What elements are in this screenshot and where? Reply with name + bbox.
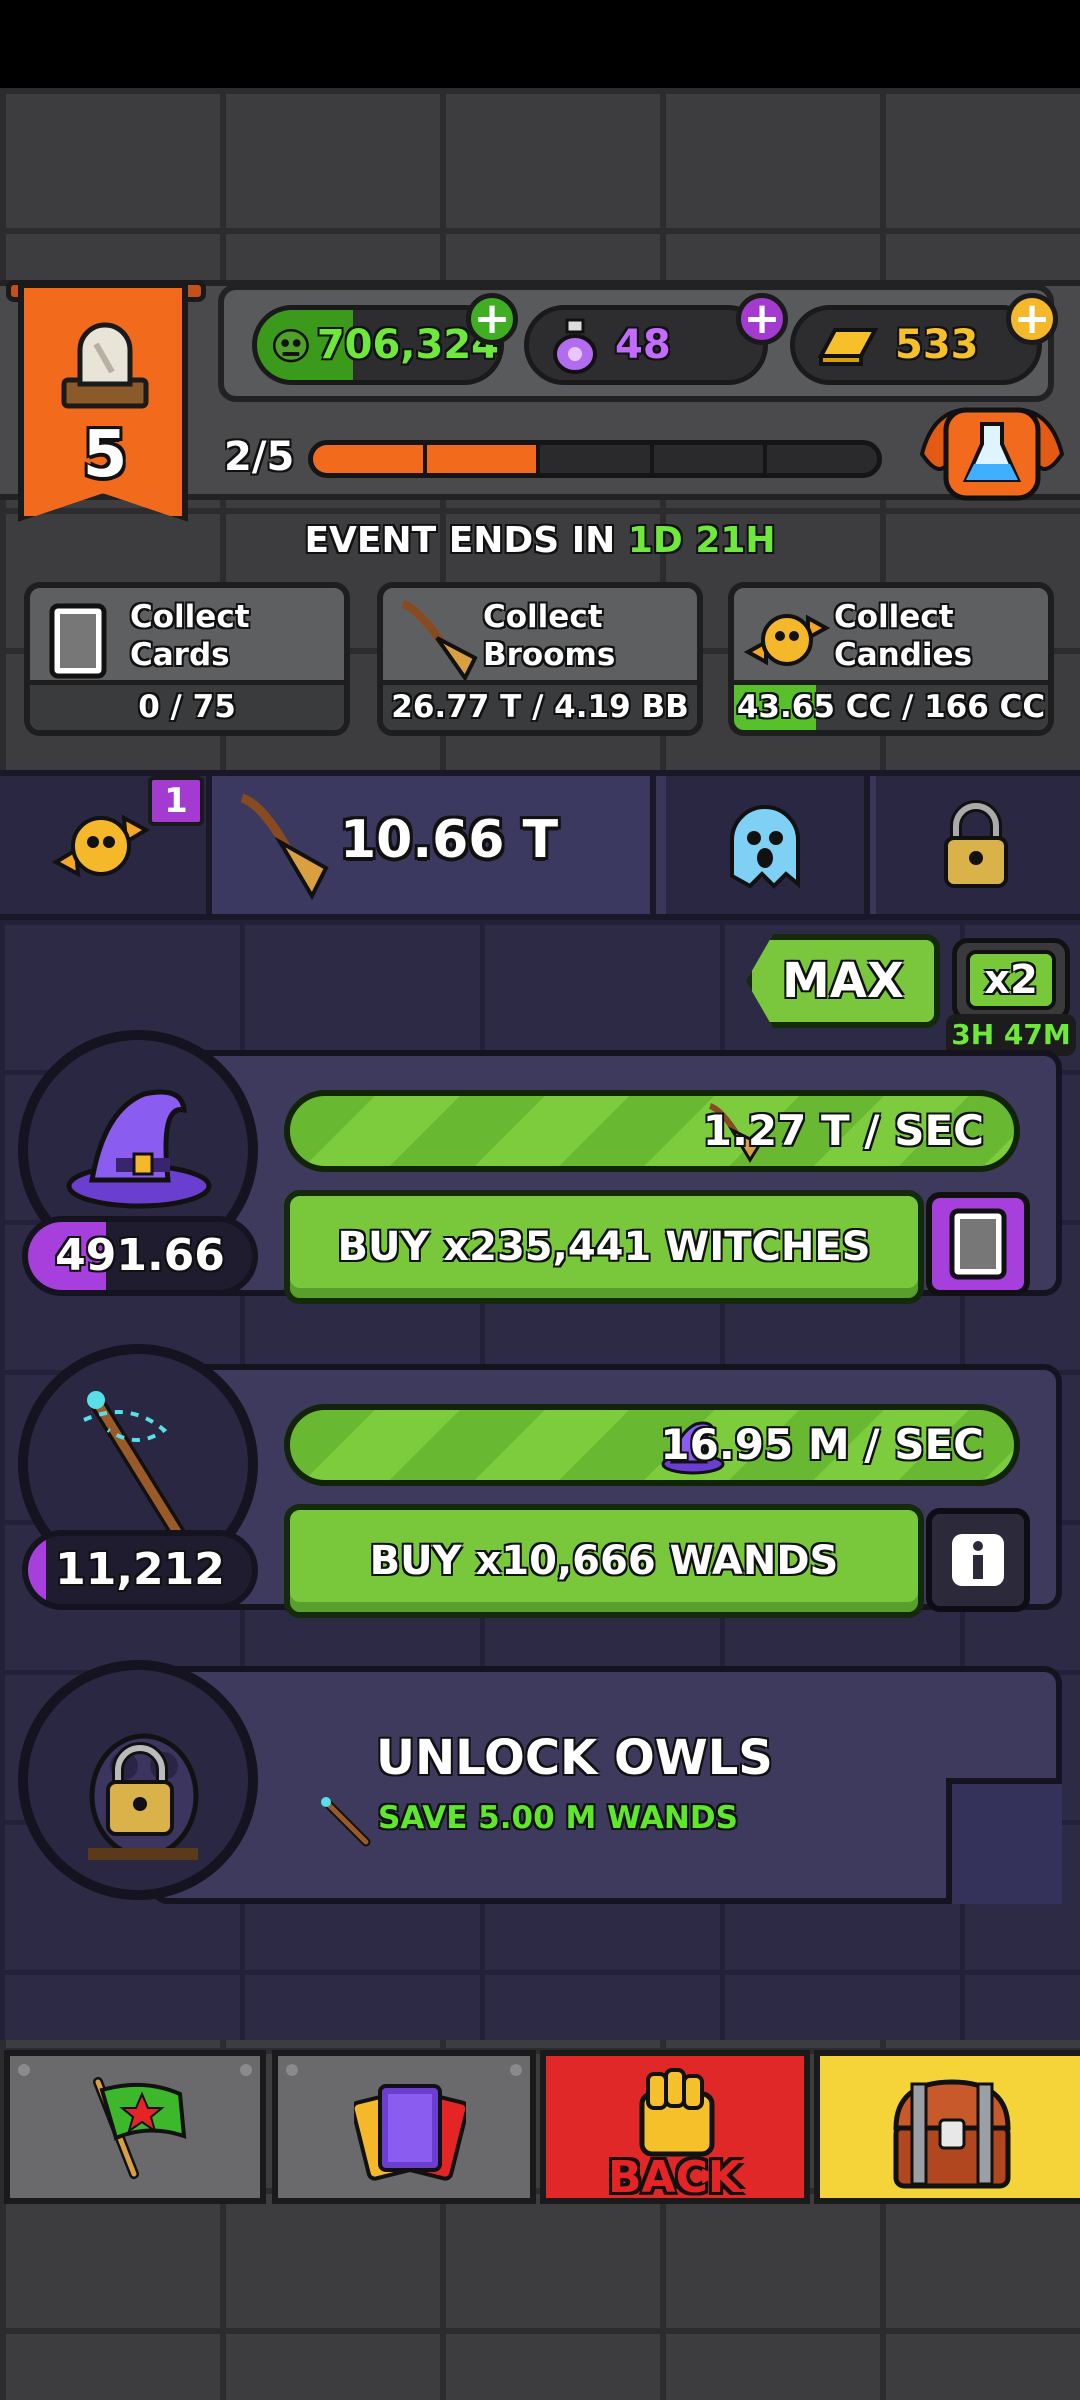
goal-progress: 26.77 T / 4.19 BB [383,680,697,730]
nav-chest-button[interactable] [814,2050,1080,2204]
progress-segment [653,445,768,473]
candy-icon [52,814,150,878]
wand-count: 11,212 [22,1530,258,1610]
event-title-prefix: EVENT ENDS IN [304,520,628,561]
flag-icon [93,2077,187,2179]
gold-counter[interactable]: 533 [790,305,1042,385]
broom-icon [240,793,329,901]
info-icon [952,1534,1004,1586]
gold-bar-icon [817,328,879,366]
nav-map-button[interactable] [4,2050,266,2204]
candy-tab-badge: 1 [148,776,204,826]
add-zombies-button[interactable]: + [466,293,518,345]
buy-witches-button[interactable]: BUY x235,441 WITCHES [284,1190,924,1304]
add-gold-button[interactable]: + [1006,293,1058,345]
brooms-amount: 10.66 T [340,810,559,870]
progress-segment [313,445,427,473]
witch-rate: 1.27 T / SEC [702,1106,984,1155]
card-icon [49,603,107,679]
potion-counter[interactable]: 48 [524,305,768,385]
wand-icon [321,1797,371,1847]
card-icon [949,1208,1007,1280]
goal-label: Collect Cards [130,599,250,673]
potion-count: 48 [615,322,671,368]
event-days: 1D [627,520,683,561]
x2-label: x2 [966,950,1056,1010]
level-progress-bar [308,440,882,478]
goal-progress: 43.65 CC / 166 CC [734,680,1048,730]
progress-segment [426,445,541,473]
broom-icon [401,600,478,682]
potion-icon [553,318,597,374]
goal-label: Collect Candies [834,599,973,673]
owl-portrait[interactable] [18,1660,258,1900]
witch-rate-bar: 1.27 T / SEC [284,1090,1020,1172]
goal-card-cards[interactable]: Collect Cards 0 / 75 [24,582,350,736]
event-hours: 21H [695,520,776,561]
x2-boost-button[interactable]: x2 [952,938,1070,1022]
max-button[interactable]: MAX [746,934,940,1028]
lock-icon [944,800,1008,888]
level-number: 5 [82,418,128,492]
unlock-cost: SAVE 5.00 M WANDS [378,1800,738,1836]
cards-icon [354,2084,466,2181]
wand-info-button[interactable] [926,1508,1030,1612]
level-progress-label: 2/5 [224,434,295,480]
candy-icon [744,614,830,666]
progress-segment [540,445,654,473]
goal-card-candies[interactable]: Collect Candies 43.65 CC / 166 CC [728,582,1054,736]
witch-count: 491.66 M [22,1216,258,1296]
goal-progress: 0 / 75 [30,680,344,730]
tab-ghost[interactable] [666,776,870,914]
event-timer: EVENT ENDS IN 1D 21H [0,520,1080,561]
status-bar [0,0,1080,88]
owls-row-corner [946,1778,1062,1904]
fist-icon [639,2068,715,2157]
zombie-icon [272,328,309,363]
add-potions-button[interactable]: + [736,293,788,345]
goal-card-brooms[interactable]: Collect Brooms 26.77 T / 4.19 BB [377,582,703,736]
progress-segment [767,445,877,473]
buy-wands-button[interactable]: BUY x10,666 WANDS [284,1504,924,1618]
wand-icon [83,1391,190,1548]
gold-count: 533 [895,322,979,368]
nav-cards-button[interactable] [272,2050,536,2204]
wand-rate-bar: 16.95 M / SEC [284,1404,1020,1486]
research-flask-button[interactable] [912,404,1072,504]
witch-hat-icon [66,1089,212,1209]
tab-locked[interactable] [876,776,1080,914]
wand-rate: 16.95 M / SEC [660,1420,984,1469]
goal-label: Collect Brooms [483,599,616,673]
back-label: BACK [608,2152,742,2203]
treasure-chest-icon [893,2079,1011,2189]
ghost-icon [730,805,800,889]
tombstone-icon [61,322,149,409]
witch-card-button[interactable] [926,1192,1030,1296]
locked-owl-icon [88,1733,199,1860]
unlock-title: UNLOCK OWLS [376,1730,773,1786]
